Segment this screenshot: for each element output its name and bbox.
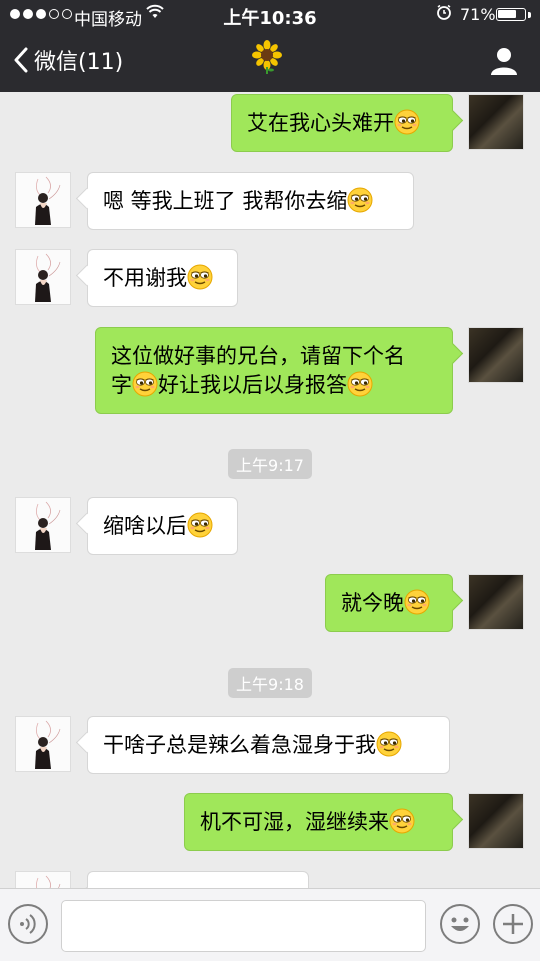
message-text: 就今晚 — [341, 591, 404, 615]
message-text: 缩啥以后 — [103, 514, 187, 538]
chat-title — [252, 40, 282, 74]
sunflower-emoji-icon — [250, 40, 284, 82]
message-text: 不用谢我 — [103, 266, 187, 290]
back-label: 微信(11) — [34, 50, 124, 75]
battery-icon — [496, 8, 526, 21]
message-text: 机不可湿，湿继续来 — [200, 810, 389, 834]
avatar-self[interactable] — [468, 574, 524, 630]
battery-level-fill — [498, 10, 516, 18]
contact-icon[interactable] — [488, 45, 520, 77]
smirk-emoji-icon — [404, 589, 430, 615]
battery-tip — [528, 12, 531, 18]
input-bar — [0, 888, 540, 961]
timestamp: 上午9:17 — [0, 449, 540, 479]
timestamp-label: 上午9:18 — [228, 668, 312, 698]
avatar-other[interactable] — [15, 172, 71, 228]
message-bubble-other[interactable]: 干啥子总是辣么着急湿身于我 — [87, 716, 450, 774]
alarm-icon — [436, 4, 452, 24]
back-button[interactable]: 微信(11) — [12, 44, 123, 76]
smirk-emoji-icon — [347, 187, 373, 213]
smirk-emoji-icon — [376, 731, 402, 757]
message-bubble-other[interactable]: 不用谢我 — [87, 249, 238, 307]
avatar-self[interactable] — [468, 793, 524, 849]
message-bubble-self[interactable]: 这位做好事的兄台，请留下个名 字 好让我以后以身报答 — [95, 327, 453, 414]
message-bubble-self[interactable]: 艾在我心头难开 — [231, 94, 453, 152]
smirk-emoji-icon — [187, 264, 213, 290]
message-input[interactable] — [61, 900, 426, 952]
avatar-self[interactable] — [468, 327, 524, 383]
message-bubble-self[interactable]: 就今晚 — [325, 574, 453, 632]
voice-icon[interactable] — [8, 904, 48, 944]
message-text: 艾在我心头难开 — [247, 111, 394, 135]
timestamp: 上午9:18 — [0, 668, 540, 698]
smirk-emoji-icon — [389, 808, 415, 834]
smirk-emoji-icon — [132, 371, 158, 397]
message-bubble-self[interactable]: 机不可湿，湿继续来 — [184, 793, 453, 851]
chevron-left-icon — [14, 47, 28, 73]
message-bubble-other[interactable]: 缩啥以后 — [87, 497, 238, 555]
avatar-self[interactable] — [468, 94, 524, 150]
status-bar: 中国移动 上午10:36 71% — [0, 0, 540, 30]
avatar-other[interactable] — [15, 249, 71, 305]
top-bar: 中国移动 上午10:36 71% 微信(11) — [0, 0, 540, 92]
battery-percent: 71% — [460, 5, 496, 24]
timestamp-label: 上午9:17 — [228, 449, 312, 479]
avatar-other[interactable] — [15, 871, 71, 888]
avatar-other[interactable] — [15, 716, 71, 772]
nav-bar: 微信(11) — [0, 30, 540, 92]
smirk-emoji-icon — [394, 109, 420, 135]
smirk-emoji-icon — [187, 512, 213, 538]
avatar-other[interactable] — [15, 497, 71, 553]
plus-icon[interactable] — [493, 904, 533, 944]
message-bubble-other[interactable] — [87, 871, 309, 888]
message-bubble-other[interactable]: 嗯 等我上班了 我帮你去缩 — [87, 172, 414, 230]
clock: 上午10:36 — [223, 8, 317, 29]
message-text-line2a: 字 — [111, 373, 132, 397]
chat-area[interactable]: 艾在我心头难开 嗯 等我上班了 我帮你去缩 不用谢我 这位做好事的兄台，请留下个… — [0, 92, 540, 888]
message-text-line1: 这位做好事的兄台，请留下个名 — [111, 344, 405, 368]
emoji-icon[interactable] — [440, 904, 480, 944]
smirk-emoji-icon — [347, 371, 373, 397]
message-text: 嗯 等我上班了 我帮你去缩 — [103, 189, 348, 213]
message-text: 干啥子总是辣么着急湿身于我 — [103, 733, 376, 757]
message-text-line2b: 好让我以后以身报答 — [158, 373, 347, 397]
